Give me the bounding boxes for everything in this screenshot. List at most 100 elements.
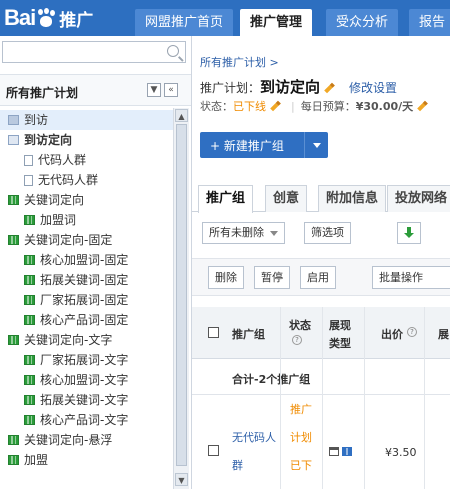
row-checkbox[interactable] [208, 445, 219, 456]
edit-status-icon[interactable] [270, 100, 281, 112]
tab-ad-groups[interactable]: 推广组 [198, 185, 254, 213]
tree-scrollbar[interactable]: ▲ ▼ [173, 108, 189, 489]
tree-item-expand-keyword-fixed[interactable]: 拓展关键词-固定 [24, 270, 128, 290]
scroll-down-icon[interactable]: ▼ [175, 473, 188, 486]
header-display[interactable]: 展现 [329, 317, 351, 333]
plan-sidebar: 所有推广计划 ▼ « 到访 到访定向 代码人群 无代码人群 关键词定向 加盟词 … [0, 36, 192, 489]
image-ad-icon [329, 446, 339, 456]
logo-suffix: 推广 [59, 10, 94, 31]
enable-button[interactable]: 启用 [300, 266, 336, 289]
tree-item-keyword-fixed[interactable]: 关键词定向-固定 [8, 230, 112, 250]
budget-label: 每日预算： [300, 100, 356, 113]
column-divider [424, 307, 425, 489]
breadcrumb[interactable]: 所有推广计划 > [200, 54, 279, 70]
scroll-up-icon[interactable]: ▲ [175, 109, 188, 122]
help-icon[interactable]: ? [292, 335, 302, 345]
status-value: 已下线 [233, 100, 266, 113]
header-bid[interactable]: 出价 [381, 326, 403, 342]
paw-icon [36, 8, 56, 28]
main-content: 所有推广计划 > 推广计划：到访定向 修改设置 状态：已下线 | 每日预算：¥30.0… [192, 36, 450, 489]
search-icon[interactable] [167, 45, 179, 57]
document-icon [24, 154, 33, 166]
tree-header: 所有推广计划 ▼ « [0, 74, 191, 106]
logo-text: Bai [4, 5, 36, 30]
tree-item-keyword-float[interactable]: 关键词定向-悬浮 [8, 430, 112, 450]
tree-item-no-code-audience[interactable]: 无代码人群 [24, 170, 98, 190]
row-bid[interactable]: ¥3.50 [385, 446, 417, 459]
header-status[interactable]: 状态 [289, 317, 311, 333]
tab-network[interactable]: 投放网络 [387, 185, 450, 212]
header-name[interactable]: 推广组 [232, 326, 265, 342]
delete-button[interactable]: 删除 [208, 266, 244, 289]
keyword-group-icon [24, 395, 35, 405]
batch-operations-select[interactable]: 批量操作 [372, 266, 450, 289]
tree-item-core-product-fixed[interactable]: 核心产品词-固定 [24, 310, 128, 330]
plan-name: 到访定向 [260, 78, 321, 96]
collapse-sidebar-button[interactable]: « [164, 83, 178, 97]
tab-promotion-management[interactable]: 推广管理 [240, 9, 313, 36]
edit-pencil-icon[interactable] [324, 82, 335, 93]
chevron-down-icon[interactable] [304, 132, 328, 158]
pause-button[interactable]: 暂停 [254, 266, 290, 289]
edit-budget-icon[interactable] [417, 100, 428, 112]
scroll-thumb[interactable] [176, 124, 187, 466]
filter-options-button[interactable]: 筛选项 [304, 222, 351, 244]
row-status-line: 推广 [290, 403, 312, 416]
download-icon[interactable] [397, 222, 421, 244]
tree-item-keyword-text[interactable]: 关键词定向-文字 [8, 330, 112, 350]
tree-title: 所有推广计划 [6, 86, 79, 100]
tree-item-daofang-dingxiang[interactable]: 到访定向 [8, 130, 72, 150]
header-display-type: 类型 [329, 337, 351, 350]
plan-search-input[interactable] [3, 42, 153, 62]
tree-item-franchise-words[interactable]: 加盟词 [24, 210, 76, 230]
text-ad-icon [342, 446, 352, 456]
keyword-group-icon [8, 335, 19, 345]
keyword-group-icon [24, 215, 35, 225]
tab-reports[interactable]: 报告 [409, 9, 450, 36]
chevron-down-icon [270, 230, 278, 236]
new-ad-group-label: + 新建推广组 [210, 138, 284, 153]
help-icon[interactable]: ? [407, 327, 417, 337]
tree-item-core-franchise-text[interactable]: 核心加盟词-文字 [24, 370, 128, 390]
keyword-group-icon [8, 455, 19, 465]
keyword-group-icon [24, 255, 35, 265]
tree-item-daofang[interactable]: 到访 [0, 110, 173, 130]
expand-dropdown-icon[interactable]: ▼ [147, 83, 161, 97]
tab-audience-analysis[interactable]: 受众分析 [326, 9, 399, 36]
budget-value: ¥30.00/天 [355, 100, 414, 113]
tree-item-core-franchise-fixed[interactable]: 核心加盟词-固定 [24, 250, 128, 270]
action-bar: 删除 暂停 启用 批量操作 [192, 258, 450, 296]
keyword-group-icon [24, 375, 35, 385]
plan-title-row: 推广计划：到访定向 修改设置 [200, 76, 397, 97]
keyword-group-icon [24, 275, 35, 285]
keyword-group-icon [8, 235, 19, 245]
tree-item-franchise[interactable]: 加盟 [8, 450, 48, 470]
keyword-group-icon [24, 415, 35, 425]
tree-item-vendor-expand-text[interactable]: 厂家拓展词-文字 [24, 350, 128, 370]
tab-union-home[interactable]: 网盟推广首页 [135, 9, 234, 36]
row-status-line: 已下 [290, 459, 312, 472]
tree-item-vendor-expand-fixed[interactable]: 厂家拓展词-固定 [24, 290, 128, 310]
new-ad-group-button[interactable]: + 新建推广组 [200, 132, 328, 158]
keyword-group-icon [24, 315, 35, 325]
tree-item-keyword-targeting[interactable]: 关键词定向 [8, 190, 84, 210]
select-all-checkbox[interactable] [208, 327, 219, 338]
row-status-line: 计划 [290, 431, 312, 444]
baidu-logo[interactable]: Bai 推广 [4, 4, 93, 32]
tree-item-expand-keyword-text[interactable]: 拓展关键词-文字 [24, 390, 128, 410]
tab-extra-info[interactable]: 附加信息 [318, 185, 387, 212]
header-more[interactable]: 展 [438, 326, 449, 342]
folder-icon [8, 115, 19, 125]
ad-group-name-wrap[interactable]: 群 [232, 457, 243, 473]
divider: | [291, 100, 295, 113]
status-filter-select[interactable]: 所有未删除 [202, 222, 285, 244]
table-row: 无代码人 群 推广 计划 已下 ¥3.50 [192, 395, 450, 489]
tree-item-core-product-text[interactable]: 核心产品词-文字 [24, 410, 128, 430]
keyword-group-icon [24, 295, 35, 305]
tab-creatives[interactable]: 创意 [265, 185, 308, 212]
ad-group-name[interactable]: 无代码人 [232, 429, 276, 445]
tree-item-code-audience[interactable]: 代码人群 [24, 150, 86, 170]
edit-settings-link[interactable]: 修改设置 [349, 81, 397, 95]
folder-open-icon [8, 135, 19, 145]
status-label: 状态： [200, 100, 233, 113]
